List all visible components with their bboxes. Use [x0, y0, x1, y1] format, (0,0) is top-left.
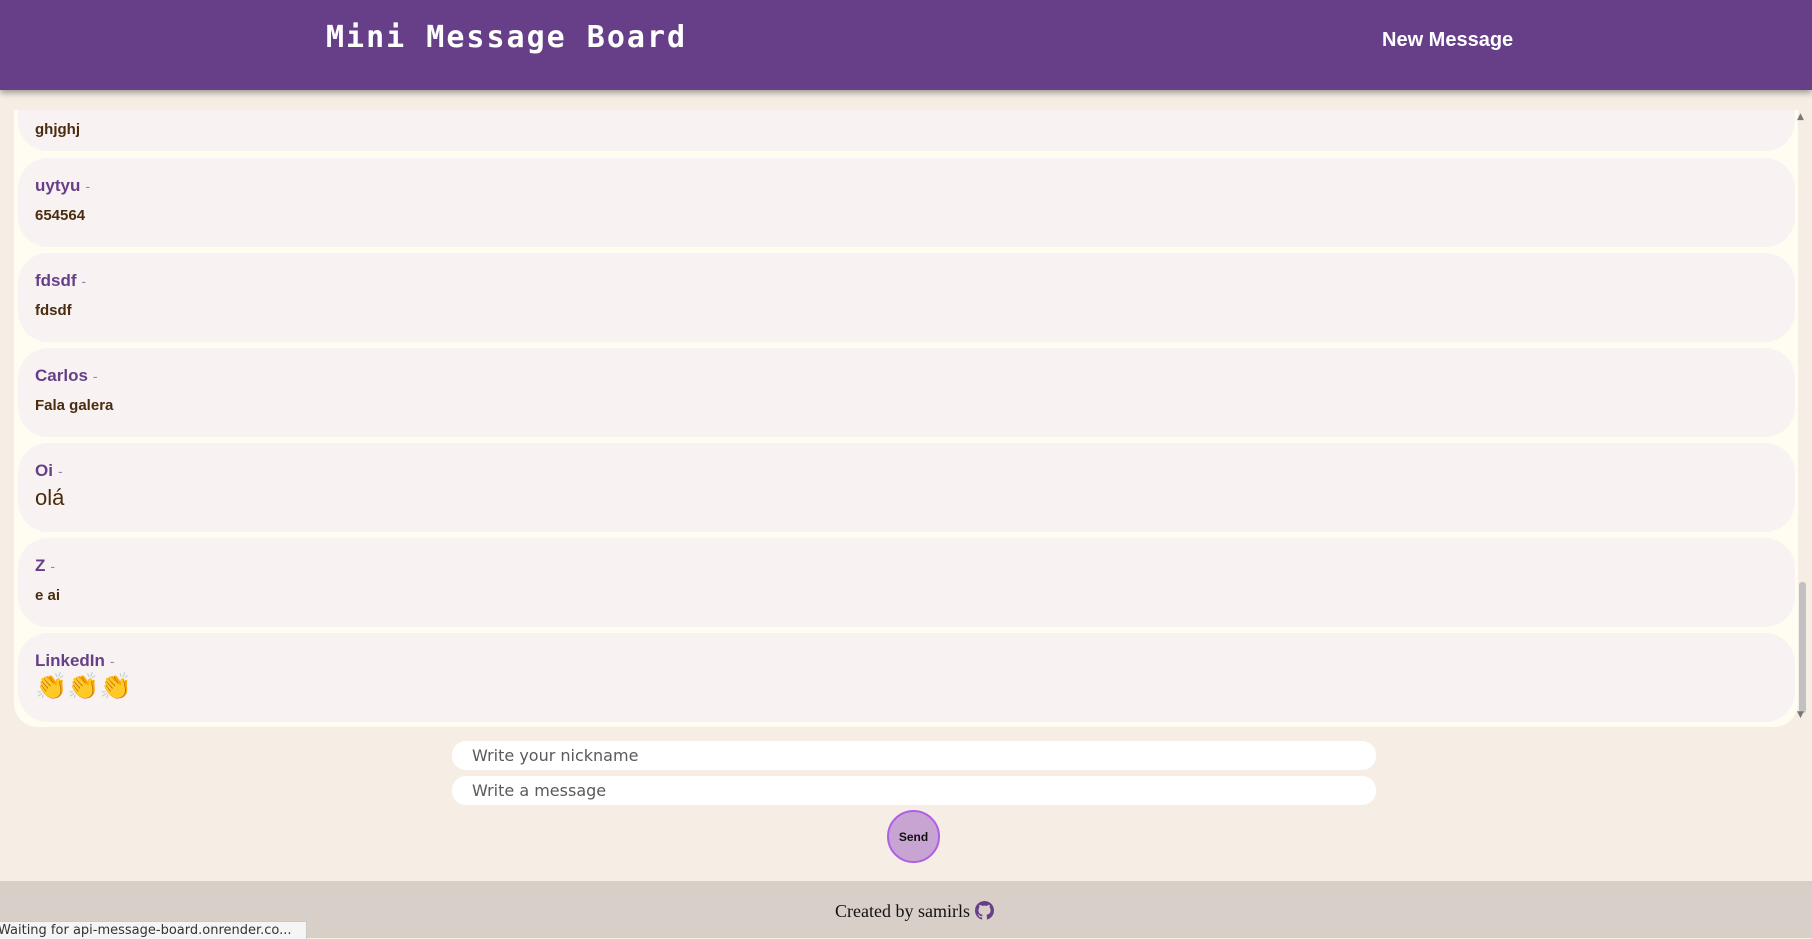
message-author: fdsdf -	[35, 271, 86, 291]
author-separator: -	[92, 368, 98, 384]
message-item: LinkedIn - 👏👏👏	[18, 633, 1795, 722]
message-item: uytyu - 654564	[18, 158, 1795, 247]
github-icon[interactable]	[975, 901, 994, 920]
board-scrollbar[interactable]: ▲ ▼	[1796, 112, 1808, 720]
scroll-up-arrow[interactable]: ▲	[1797, 112, 1804, 122]
author-name: uytyu	[35, 176, 81, 195]
author-separator: -	[57, 463, 63, 479]
message-text: 👏👏👏	[35, 671, 133, 701]
author-name: Z	[35, 556, 46, 575]
message-text: fdsdf	[35, 302, 72, 319]
message-author: Oi -	[35, 461, 63, 481]
message-item: Z- e ai	[18, 538, 1795, 627]
footer-credit: Created by samirls	[835, 901, 970, 921]
message-author: Carlos -	[35, 366, 98, 386]
author-separator: -	[50, 558, 56, 574]
author-separator: -	[85, 178, 91, 194]
scroll-down-arrow[interactable]: ▼	[1797, 710, 1804, 720]
send-button[interactable]: Send	[887, 810, 940, 863]
scroll-thumb[interactable]	[1799, 582, 1806, 713]
message-author: LinkedIn -	[35, 651, 115, 671]
message-text: olá	[35, 485, 65, 510]
message-item: Oi - olá	[18, 443, 1795, 532]
new-message-link[interactable]: New Message	[1382, 29, 1513, 52]
author-separator: -	[81, 273, 87, 289]
message-text: Fala galera	[35, 397, 114, 414]
author-separator: -	[109, 653, 115, 669]
message-text: 654564	[35, 207, 86, 224]
message-board[interactable]: ghjghj uytyu - 654564 fdsdf - fdsdf Carlos…	[14, 110, 1798, 727]
message-author: uytyu -	[35, 176, 90, 196]
page-title: Mini Message Board	[326, 20, 688, 55]
author-name: Carlos	[35, 366, 88, 385]
message-item: Carlos - Fala galera	[18, 348, 1795, 437]
message-text: e ai	[35, 587, 61, 604]
message-author: Z-	[35, 556, 55, 576]
header: Mini Message Board New Message	[0, 0, 1812, 90]
browser-status-bar: Waiting for api-message-board.onrender.c…	[0, 921, 307, 939]
message-item: ghjghj	[18, 110, 1795, 151]
message-text: ghjghj	[35, 121, 80, 138]
message-input[interactable]	[452, 776, 1376, 805]
author-name: Oi	[35, 461, 53, 480]
author-name: LinkedIn	[35, 651, 105, 670]
nickname-input[interactable]	[452, 741, 1376, 770]
author-name: fdsdf	[35, 271, 77, 290]
message-item: fdsdf - fdsdf	[18, 253, 1795, 342]
